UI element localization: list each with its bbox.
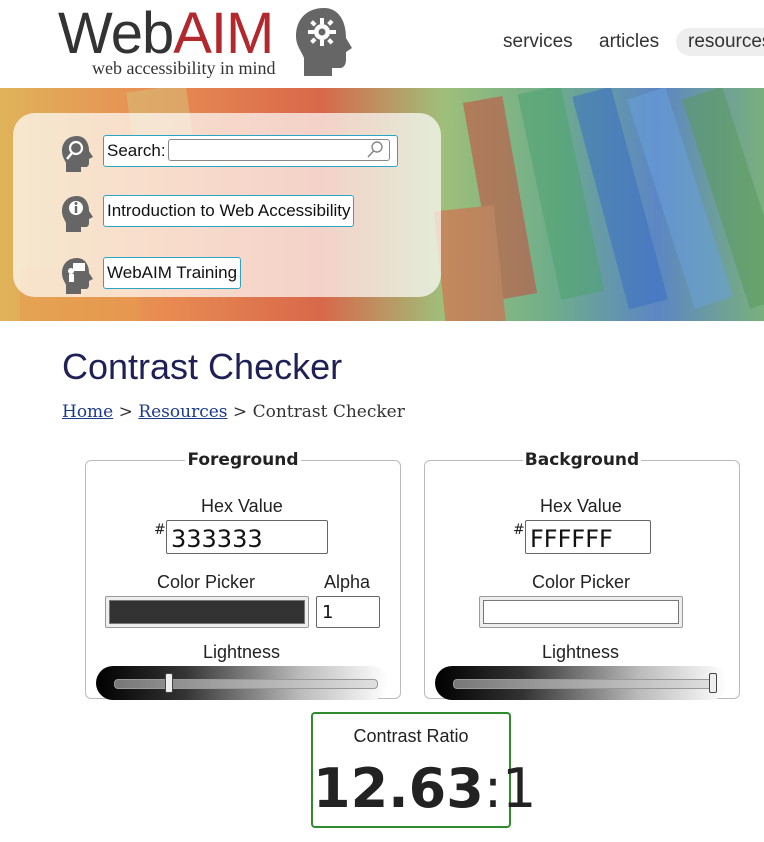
magnifier-icon[interactable] xyxy=(366,140,384,160)
contrast-ratio-box: Contrast Ratio 12.63:1 xyxy=(311,712,536,828)
bg-color-swatch xyxy=(483,600,679,624)
fg-lightness-slider[interactable] xyxy=(96,666,388,700)
breadcrumb: Home > Resources > Contrast Checker xyxy=(62,402,405,422)
fg-color-swatch xyxy=(109,600,305,624)
fg-hash: # xyxy=(154,522,166,538)
bg-hex-input[interactable]: FFFFFF xyxy=(525,520,651,554)
fg-lightness-track xyxy=(114,679,378,689)
background-legend: Background xyxy=(524,450,640,470)
info-head-icon xyxy=(62,196,93,232)
main-nav: services articles resources xyxy=(0,28,764,58)
site-header: WebAIM web accessibility in mind service… xyxy=(0,0,764,89)
webaim-training-link[interactable]: WebAIM Training xyxy=(103,257,242,289)
ratio-number: 12.63 xyxy=(313,757,484,820)
contrast-ratio-value: 12.63:1 xyxy=(313,754,536,824)
fg-alpha-label: Alpha xyxy=(324,572,371,592)
foreground-legend: Foreground xyxy=(187,450,299,470)
ratio-base: 1 xyxy=(502,757,537,820)
fg-alpha-input[interactable]: 1 xyxy=(316,596,380,628)
fg-hex-label: Hex Value xyxy=(201,496,283,516)
fg-lightness-label: Lightness xyxy=(203,642,281,662)
contrast-ratio-label: Contrast Ratio xyxy=(353,726,469,746)
bg-picker-label: Color Picker xyxy=(532,572,631,592)
training-head-icon xyxy=(62,258,93,294)
bg-lightness-slider[interactable] xyxy=(435,666,727,700)
page-title: Contrast Checker xyxy=(62,346,343,387)
search-label: Search: xyxy=(107,141,166,160)
fg-hex-input[interactable]: 333333 xyxy=(166,520,328,554)
intro-web-accessibility-link[interactable]: Introduction to Web Accessibility xyxy=(103,195,355,227)
nav-services[interactable]: services xyxy=(503,28,573,56)
search-head-icon xyxy=(62,136,93,172)
bg-lightness-label: Lightness xyxy=(542,642,620,662)
search-input[interactable] xyxy=(168,139,390,161)
fg-picker-label: Color Picker xyxy=(157,572,256,592)
breadcrumb-current: Contrast Checker xyxy=(252,402,405,422)
breadcrumb-sep: > xyxy=(118,402,133,422)
hero-banner: Search: Introduction to Web Accessibilit… xyxy=(0,88,764,321)
fg-color-picker[interactable] xyxy=(105,596,309,628)
ratio-separator: : xyxy=(483,757,503,820)
quick-links-panel: Search: Introduction to Web Accessibilit… xyxy=(13,113,441,297)
nav-resources[interactable]: resources xyxy=(676,28,764,56)
nav-articles[interactable]: articles xyxy=(599,28,659,56)
bg-hex-label: Hex Value xyxy=(540,496,622,516)
breadcrumb-home[interactable]: Home xyxy=(62,402,113,422)
logo-tagline: web accessibility in mind xyxy=(92,58,276,78)
background-fieldset: Background Hex Value # FFFFFF Color Pick… xyxy=(424,450,740,700)
bg-color-picker[interactable] xyxy=(479,596,683,628)
breadcrumb-resources[interactable]: Resources xyxy=(138,402,227,422)
search-box: Search: xyxy=(103,135,398,167)
foreground-fieldset: Foreground Hex Value # 333333 Color Pick… xyxy=(85,450,401,700)
bg-lightness-track xyxy=(453,679,717,689)
bg-lightness-thumb[interactable] xyxy=(709,673,717,693)
breadcrumb-sep: > xyxy=(232,402,248,422)
fg-lightness-thumb[interactable] xyxy=(165,673,174,693)
bg-hash: # xyxy=(513,522,525,538)
